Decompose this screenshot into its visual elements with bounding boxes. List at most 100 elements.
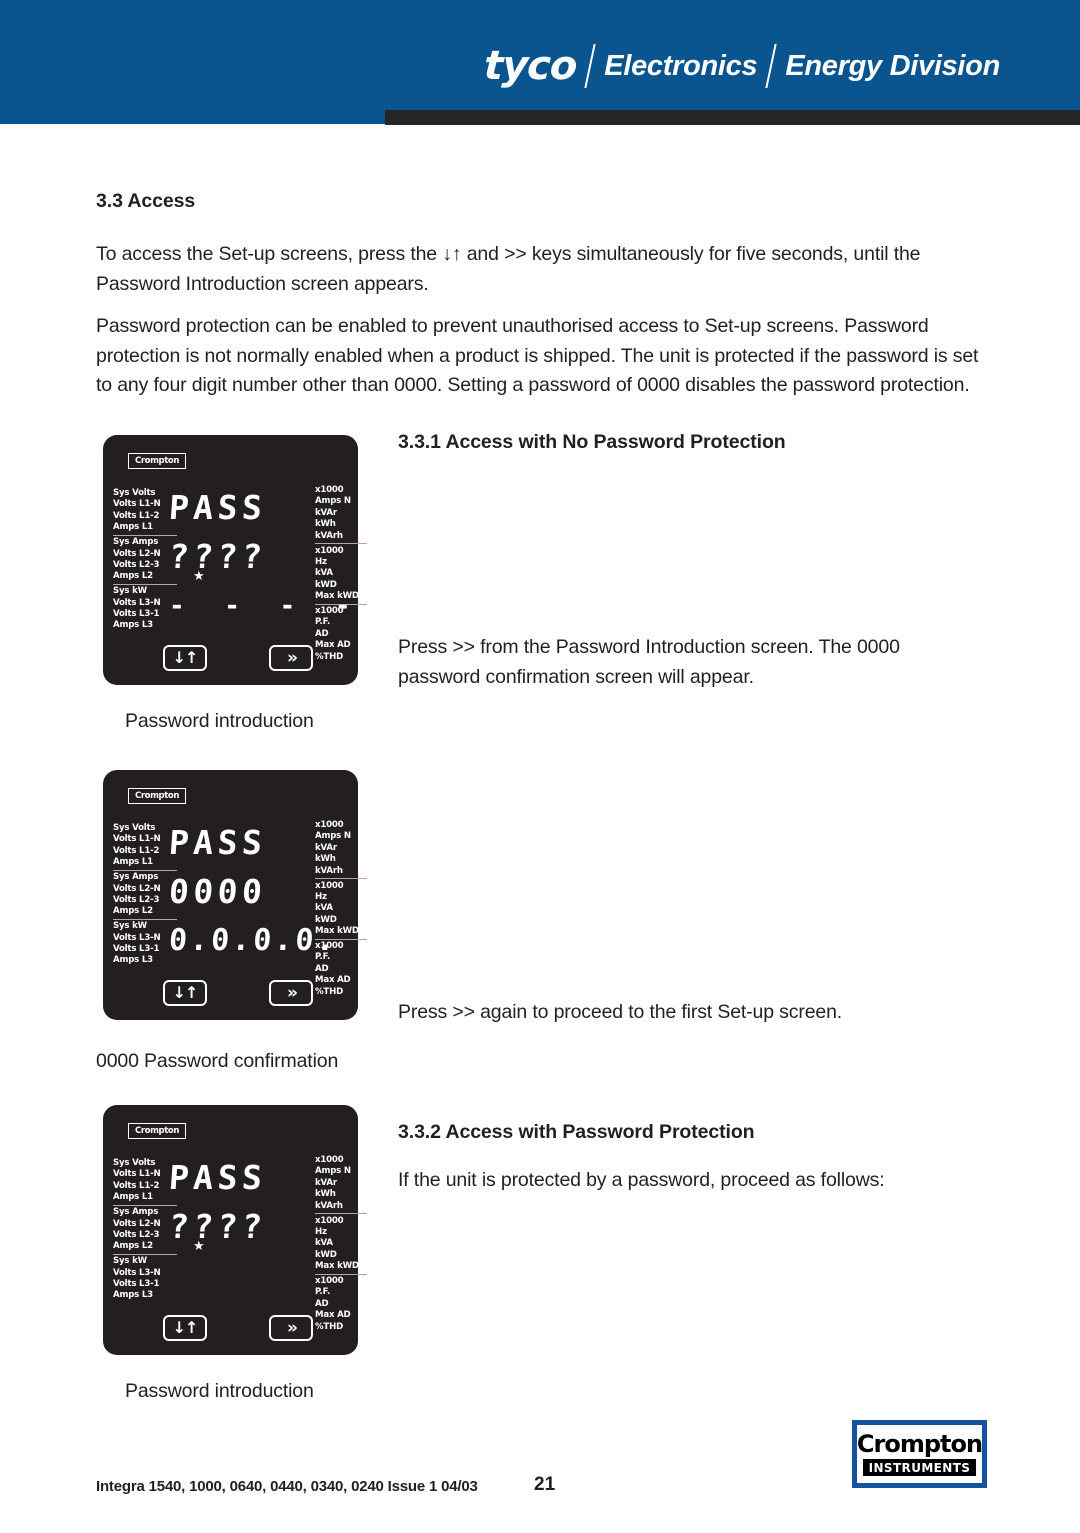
lcd-line-2: ???? ★: [167, 532, 311, 582]
left-label: Sys Amps: [113, 1207, 159, 1218]
left-label: Volts L1-N: [113, 1169, 161, 1180]
meter-right-label-column: x1000 Amps N kVAr kWh kVArh x1000 Hz kVA…: [315, 1155, 367, 1333]
lcd-line-1: PASS: [167, 483, 311, 532]
right-label: P.F.: [315, 1287, 331, 1298]
right-label: kVArh: [315, 1200, 343, 1211]
meter-button-row: ↓↑ »: [163, 1315, 313, 1341]
right-label: kVAr: [315, 507, 337, 518]
left-label: Sys Volts: [113, 823, 156, 833]
left-label: Sys kW: [113, 1256, 147, 1267]
right-label: kVA: [315, 1238, 333, 1249]
right-label: x1000: [315, 485, 344, 495]
right-label-group-3: x1000 P.F. AD Max AD %THD: [315, 1273, 367, 1333]
caption-password-confirmation: 0000 Password confirmation: [96, 1050, 339, 1072]
caption-password-introduction-2: Password introduction: [125, 1380, 314, 1402]
right-label: AD: [315, 1298, 329, 1309]
meter-next-button[interactable]: »: [269, 1315, 313, 1341]
right-label-group-2: x1000 Hz kVA kWD Max kWD: [315, 1213, 367, 1273]
lcd-text: PASS: [167, 488, 268, 527]
left-label: Volts L3-1: [113, 609, 160, 620]
left-label: Volts L1-N: [113, 834, 161, 845]
paragraph-press-again: Press >> again to proceed to the first S…: [398, 1001, 843, 1023]
right-label: Max kWD: [315, 1261, 359, 1272]
crompton-logo-subtitle: INSTRUMENTS: [862, 1459, 977, 1476]
left-label-group-3: Sys kW Volts L3-N Volts L3-1 Amps L3: [113, 1253, 177, 1302]
left-label-group-3: Sys kW Volts L3-N Volts L3-1 Amps L3: [113, 583, 177, 632]
lcd-text: - - - -: [169, 590, 363, 621]
left-label: Volts L2-N: [113, 1218, 161, 1229]
right-label: kVA: [315, 568, 333, 579]
meter-updown-button[interactable]: ↓↑: [163, 980, 207, 1006]
left-label: Sys Volts: [113, 488, 156, 498]
right-label: kVArh: [315, 865, 343, 876]
meter-lcd-display: PASS ???? ★: [167, 1153, 311, 1301]
right-label: AD: [315, 628, 329, 639]
right-label: kVA: [315, 903, 333, 914]
right-label: kWD: [315, 1249, 337, 1260]
crompton-instruments-logo: Crompton INSTRUMENTS: [852, 1420, 987, 1488]
lcd-line-1: PASS: [167, 818, 311, 867]
right-label: %THD: [315, 651, 343, 662]
crompton-logo-name: Crompton: [856, 1430, 983, 1458]
right-label: Max AD: [315, 640, 351, 651]
page-content: 3.3 Access To access the Set-up screens,…: [0, 0, 1080, 1533]
meter-brand-badge: Crompton: [128, 453, 186, 469]
right-label: x1000: [315, 545, 344, 556]
meter-right-label-column: x1000 Amps N kVAr kWh kVArh x1000 Hz kVA…: [315, 820, 367, 998]
right-label: kVAr: [315, 842, 337, 853]
meter-updown-button[interactable]: ↓↑: [163, 1315, 207, 1341]
paragraph-3-3-1: Press >> from the Password Introduction …: [398, 636, 900, 688]
left-label: Amps L3: [113, 620, 153, 631]
left-label: Volts L2-N: [113, 548, 161, 559]
left-label: Volts L3-1: [113, 1279, 160, 1290]
meter-illustration-password-introduction-protected: Crompton Sys Volts Volts L1-N Volts L1-2…: [103, 1105, 367, 1355]
meter-left-label-column: Sys Volts Volts L1-N Volts L1-2 Amps L1 …: [113, 488, 177, 632]
meter-brand-badge: Crompton: [128, 1123, 186, 1139]
right-label: Amps N: [315, 1166, 351, 1177]
meter-brand-badge: Crompton: [128, 788, 186, 804]
lcd-text: PASS: [167, 1158, 268, 1197]
right-label: %THD: [315, 986, 343, 997]
right-label: Amps N: [315, 831, 351, 842]
right-label: Hz: [315, 556, 327, 567]
lcd-line-2: ???? ★: [168, 1202, 311, 1252]
lcd-line-1: PASS: [167, 1153, 311, 1202]
right-label: kVArh: [315, 530, 343, 541]
right-label: Max AD: [315, 975, 351, 986]
meter-left-label-column: Sys Volts Volts L1-N Volts L1-2 Amps L1 …: [113, 1158, 177, 1302]
footer-page-number: 21: [534, 1474, 556, 1495]
meter-updown-button[interactable]: ↓↑: [163, 645, 207, 671]
meter-lcd-display: PASS ???? ★ - - - -: [167, 483, 351, 631]
left-label-group-3: Sys kW Volts L3-N Volts L3-1 Amps L3: [113, 918, 177, 967]
lcd-text: ????: [167, 537, 268, 576]
right-label: kWh: [315, 1189, 336, 1200]
left-label: Volts L1-N: [113, 499, 161, 510]
meter-next-button[interactable]: »: [269, 980, 313, 1006]
paragraph-access-intro: To access the Set-up screens, press the …: [96, 243, 921, 295]
right-label: Hz: [315, 1226, 327, 1237]
lcd-text: 0.0.0.0.: [167, 922, 339, 958]
meter-left-label-column: Sys Volts Volts L1-N Volts L1-2 Amps L1 …: [113, 823, 177, 967]
right-label-group-1: x1000 Amps N kVAr kWh kVArh: [315, 485, 367, 542]
lcd-text: PASS: [167, 823, 268, 862]
meter-right-label-column: x1000 Amps N kVAr kWh kVArh x1000 Hz kVA…: [315, 485, 367, 663]
right-label: %THD: [315, 1321, 343, 1332]
meter-next-button[interactable]: »: [269, 645, 313, 671]
right-label: kWh: [315, 854, 336, 865]
right-label: Max AD: [315, 1310, 351, 1321]
meter-button-row: ↓↑ »: [163, 645, 313, 671]
meter-illustration-password-introduction: Crompton Sys Volts Volts L1-N Volts L1-2…: [103, 435, 367, 685]
right-label: kVAr: [315, 1177, 337, 1188]
lcd-line-2: 0000: [168, 867, 311, 916]
caption-password-introduction-1: Password introduction: [125, 710, 314, 732]
right-label: x1000: [315, 1276, 344, 1287]
left-label: Sys kW: [113, 586, 147, 597]
heading-3-3-1: 3.3.1 Access with No Password Protection: [398, 431, 786, 453]
right-label-group-1: x1000 Amps N kVAr kWh kVArh: [315, 820, 367, 877]
meter-illustration-password-confirmation: Crompton Sys Volts Volts L1-N Volts L1-2…: [103, 770, 367, 1020]
paragraph-3-3-2: If the unit is protected by a password, …: [398, 1169, 885, 1191]
lcd-line-3: 0.0.0.0.: [168, 916, 339, 965]
left-label: Volts L3-N: [113, 597, 161, 608]
left-label: Volts L3-N: [113, 932, 161, 943]
left-label: Sys Amps: [113, 872, 159, 883]
